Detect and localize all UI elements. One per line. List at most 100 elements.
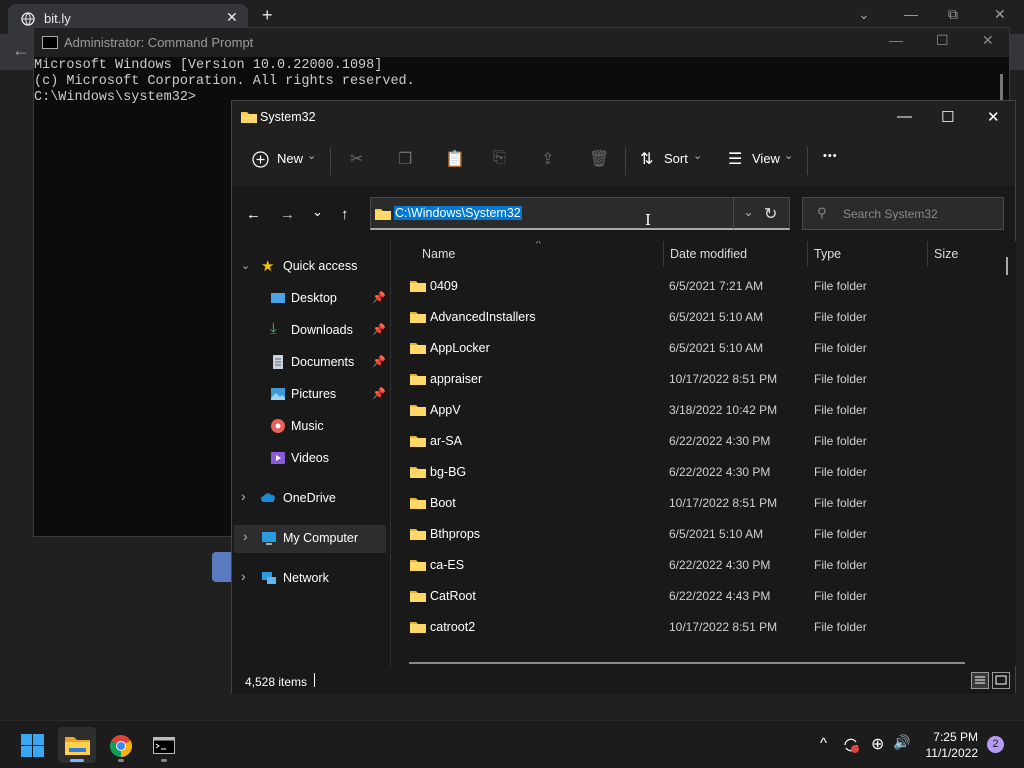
- cmd-maximize-button[interactable]: ☐: [936, 32, 949, 49]
- sync-error-icon[interactable]: [842, 736, 860, 754]
- globe-icon[interactable]: ⊕: [871, 734, 884, 754]
- sidebar-item-my-computer[interactable]: › My Computer: [234, 525, 386, 553]
- cmd-titlebar[interactable]: Administrator: Command Prompt — ☐ ✕: [34, 28, 1009, 57]
- column-divider[interactable]: [663, 241, 664, 267]
- table-row[interactable]: AdvancedInstallers 6/5/2021 5:10 AM File f…: [391, 302, 991, 333]
- explorer-minimize-button[interactable]: —: [897, 108, 912, 125]
- explorer-maximize-button[interactable]: ☐: [941, 108, 954, 126]
- sidebar-item-network[interactable]: › Network: [232, 565, 390, 593]
- copy-icon[interactable]: ❐: [398, 149, 412, 169]
- clock[interactable]: 7:25 PM 11/1/2022: [920, 729, 979, 761]
- sort-ascending-icon: ^: [536, 241, 541, 250]
- table-row[interactable]: appraiser 10/17/2022 8:51 PM File folder: [391, 364, 991, 395]
- cmd-minimize-button[interactable]: —: [889, 32, 903, 48]
- file-name: AdvancedInstallers: [430, 310, 536, 324]
- search-icon: ⚲: [817, 205, 827, 220]
- rename-icon[interactable]: ⎘: [493, 149, 506, 167]
- chevron-right-icon[interactable]: ›: [241, 488, 246, 504]
- explorer-close-button[interactable]: ✕: [987, 108, 1000, 126]
- start-button[interactable]: [13, 727, 51, 763]
- sidebar-item-documents[interactable]: Documents 📌: [232, 349, 390, 377]
- delete-icon[interactable]: 🗑: [589, 149, 609, 169]
- address-dropdown-button[interactable]: ⌄: [733, 205, 764, 219]
- taskbar-chrome[interactable]: [102, 727, 140, 763]
- pictures-icon: [271, 388, 285, 400]
- status-bar: 4,528 items: [232, 666, 1015, 694]
- cmd-output[interactable]: Microsoft Windows [Version 10.0.22000.10…: [34, 58, 415, 106]
- new-button[interactable]: New: [277, 151, 303, 166]
- column-header-name[interactable]: Name: [422, 247, 455, 261]
- column-divider[interactable]: [927, 241, 928, 267]
- browser-back-button[interactable]: ←: [12, 40, 30, 61]
- sidebar-item-onedrive[interactable]: › OneDrive: [232, 485, 390, 513]
- file-type: File folder: [814, 372, 867, 386]
- cut-icon[interactable]: ✂: [350, 149, 363, 169]
- volume-icon[interactable]: 🔊: [893, 734, 910, 751]
- file-name: catroot2: [430, 620, 476, 634]
- vertical-scrollbar[interactable]: [1006, 257, 1008, 275]
- browser-restore-button[interactable]: ⧉: [948, 6, 958, 23]
- sidebar-item-downloads[interactable]: ⤓ Downloads 📌: [232, 317, 390, 345]
- new-tab-button[interactable]: +: [262, 5, 273, 26]
- sidebar-item-music[interactable]: Music: [232, 413, 390, 441]
- file-type: File folder: [814, 434, 867, 448]
- table-row[interactable]: catroot2 10/17/2022 8:51 PM File folder: [391, 612, 991, 643]
- address-bar[interactable]: C:\Windows\System32 ⌄: [370, 197, 790, 230]
- chevron-down-icon[interactable]: ⌄: [241, 259, 250, 272]
- chevron-right-icon[interactable]: ›: [243, 528, 248, 544]
- table-row[interactable]: ar-SA 6/22/2022 4:30 PM File folder: [391, 426, 991, 457]
- table-row[interactable]: CatRoot 6/22/2022 4:43 PM File folder: [391, 581, 991, 612]
- taskbar-file-explorer[interactable]: [58, 727, 96, 763]
- tab-search-icon[interactable]: ⌄: [858, 6, 870, 23]
- details-view-button[interactable]: [971, 672, 989, 689]
- folder-icon: [410, 591, 426, 602]
- chevron-right-icon[interactable]: ›: [241, 568, 246, 584]
- more-options-button[interactable]: •••: [823, 150, 838, 162]
- browser-minimize-button[interactable]: —: [904, 6, 918, 22]
- taskbar-command-prompt[interactable]: [145, 727, 183, 763]
- sidebar-item-label: OneDrive: [283, 491, 336, 505]
- paste-icon[interactable]: 📋: [445, 149, 465, 169]
- cmd-icon: [42, 36, 58, 49]
- view-button[interactable]: View: [752, 151, 780, 166]
- table-row[interactable]: AppV 3/18/2022 10:42 PM File folder: [391, 395, 991, 426]
- cmd-close-button[interactable]: ✕: [982, 32, 994, 49]
- browser-close-button[interactable]: ✕: [994, 6, 1006, 23]
- explorer-window[interactable]: System32 — ☐ ✕ New ⌄ ✂ ❐ 📋 ⎘ ⇪ 🗑 ⇅ Sort …: [231, 100, 1016, 694]
- column-header-type[interactable]: Type: [814, 247, 841, 261]
- table-row[interactable]: AppLocker 6/5/2021 5:10 AM File folder: [391, 333, 991, 364]
- up-button[interactable]: ↑: [341, 206, 349, 223]
- search-box[interactable]: ⚲ Search System32: [802, 197, 1004, 230]
- tiles-view-button[interactable]: [992, 672, 1010, 689]
- table-row[interactable]: bg-BG 6/22/2022 4:30 PM File folder: [391, 457, 991, 488]
- sidebar-item-videos[interactable]: Videos: [232, 445, 390, 473]
- column-divider[interactable]: [807, 241, 808, 267]
- sidebar-item-label: Videos: [291, 451, 329, 465]
- tab-close-icon[interactable]: ✕: [226, 9, 238, 26]
- column-header-size[interactable]: Size: [934, 247, 958, 261]
- refresh-button[interactable]: ↻: [764, 204, 777, 224]
- table-row[interactable]: 0409 6/5/2021 7:21 AM File folder: [391, 271, 991, 302]
- pin-icon: 📌: [372, 292, 386, 304]
- file-list[interactable]: ^ Name Date modified Type Size 0409 6/5/2…: [391, 241, 1016, 666]
- table-row[interactable]: Bthprops 6/5/2021 5:10 AM File folder: [391, 519, 991, 550]
- sidebar-item-pictures[interactable]: Pictures 📌: [232, 381, 390, 409]
- table-row[interactable]: Boot 10/17/2022 8:51 PM File folder: [391, 488, 991, 519]
- explorer-titlebar[interactable]: System32 — ☐ ✕: [232, 101, 1015, 133]
- table-row[interactable]: ca-ES 6/22/2022 4:30 PM File folder: [391, 550, 991, 581]
- recent-locations-button[interactable]: ⌄: [312, 204, 323, 220]
- show-hidden-icons-button[interactable]: ^: [820, 735, 827, 752]
- running-indicator: [161, 759, 167, 762]
- share-icon[interactable]: ⇪: [541, 149, 554, 169]
- file-date: 10/17/2022 8:51 PM: [669, 620, 778, 634]
- sort-button[interactable]: Sort: [664, 151, 688, 166]
- back-button[interactable]: ←: [246, 206, 261, 223]
- address-path[interactable]: C:\Windows\System32: [394, 206, 522, 220]
- column-header-date[interactable]: Date modified: [670, 247, 747, 261]
- forward-button[interactable]: →: [280, 206, 295, 223]
- notification-badge[interactable]: 2: [987, 736, 1004, 753]
- horizontal-scrollbar[interactable]: [409, 662, 965, 664]
- sidebar-item-quick-access[interactable]: ⌄ ★ Quick access: [232, 253, 390, 281]
- plus-circle-icon[interactable]: [252, 151, 269, 168]
- sidebar-item-desktop[interactable]: Desktop 📌: [232, 285, 390, 313]
